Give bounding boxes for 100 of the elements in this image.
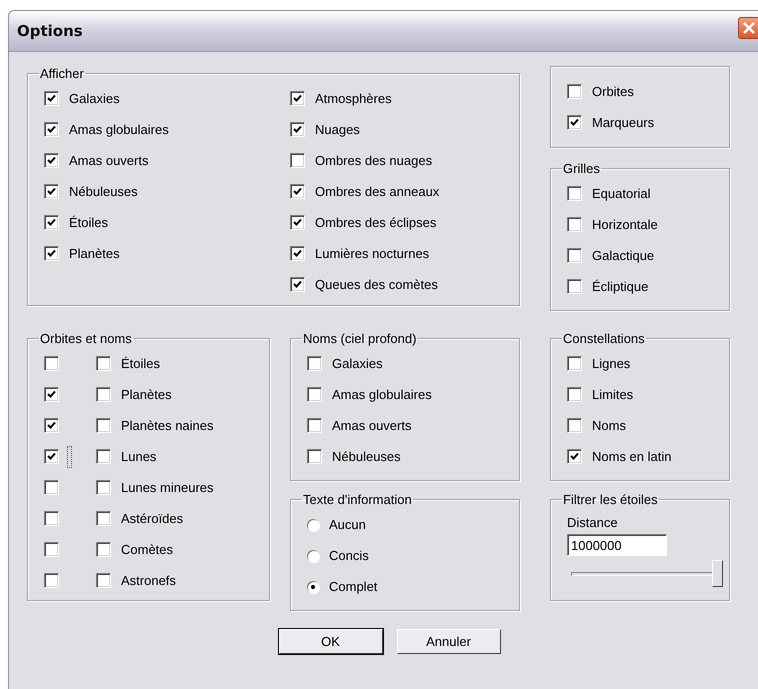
checkbox-label: Limites — [592, 387, 634, 402]
checkbox[interactable] — [307, 418, 322, 433]
checkbox[interactable] — [567, 418, 582, 433]
radio-label: Concis — [329, 548, 369, 563]
checkbox[interactable] — [290, 184, 305, 199]
checkbox[interactable] — [307, 387, 322, 402]
checkbox[interactable] — [307, 449, 322, 464]
check-icon — [47, 125, 56, 134]
checkbox-label: Ombres des éclipses — [315, 215, 436, 230]
radio-button[interactable] — [307, 550, 319, 562]
close-button[interactable] — [738, 17, 758, 39]
group-title: Orbites et noms — [39, 331, 133, 346]
check-icon — [293, 280, 302, 289]
checkbox[interactable] — [44, 480, 59, 495]
group-title: Constellations — [562, 331, 646, 346]
dialog-button[interactable]: Annuler — [396, 629, 500, 654]
radio-button[interactable] — [307, 518, 319, 530]
checkbox[interactable] — [44, 91, 59, 106]
group-title: Filtrer les étoiles — [562, 492, 659, 507]
checkbox[interactable] — [44, 215, 59, 230]
checkbox[interactable] — [307, 356, 322, 371]
slider-thumb[interactable] — [712, 560, 723, 587]
checkbox-label: Atmosphères — [315, 91, 392, 106]
check-icon — [293, 94, 302, 103]
checkbox[interactable] — [44, 449, 59, 464]
checkbox[interactable] — [44, 246, 59, 261]
checkbox[interactable] — [567, 449, 582, 464]
check-icon — [570, 452, 579, 461]
checkbox[interactable] — [96, 387, 111, 402]
dialog-button[interactable]: OK — [278, 629, 382, 654]
checkbox[interactable] — [96, 449, 111, 464]
check-icon — [293, 249, 302, 258]
radio-label: Complet — [329, 579, 378, 594]
checkbox[interactable] — [44, 418, 59, 433]
checkbox-label: Planètes — [69, 246, 120, 261]
checkbox-label: Amas ouverts — [332, 418, 412, 433]
group-title: Afficher — [39, 66, 85, 81]
checkbox-label: Lunes mineures — [121, 480, 214, 495]
checkbox-label: Horizontale — [592, 217, 658, 232]
checkbox[interactable] — [290, 215, 305, 230]
checkbox[interactable] — [44, 387, 59, 402]
checkbox[interactable] — [290, 91, 305, 106]
checkbox[interactable] — [567, 186, 582, 201]
checkbox[interactable] — [567, 115, 582, 130]
checkbox-label: Amas ouverts — [69, 153, 148, 168]
checkbox-label: Nuages — [315, 122, 360, 137]
check-icon — [47, 249, 56, 258]
checkbox[interactable] — [44, 542, 59, 557]
checkbox-label: Lignes — [592, 356, 630, 371]
close-icon — [742, 21, 756, 35]
checkbox[interactable] — [290, 153, 305, 168]
check-icon — [293, 125, 302, 134]
checkbox-label: Étoiles — [69, 215, 108, 230]
checkbox[interactable] — [567, 84, 582, 99]
checkbox-label: Astronefs — [121, 573, 176, 588]
checkbox[interactable] — [44, 122, 59, 137]
checkbox[interactable] — [96, 573, 111, 588]
checkbox-label: Étoiles — [121, 356, 160, 371]
checkbox-label: Galaxies — [69, 91, 120, 106]
check-icon — [47, 94, 56, 103]
checkbox[interactable] — [44, 153, 59, 168]
checkbox[interactable] — [290, 246, 305, 261]
radio-label: Aucun — [329, 517, 366, 532]
checkbox-label: Ombres des nuages — [315, 153, 432, 168]
window-title: Options — [17, 22, 83, 40]
checkbox-label: Planètes — [121, 387, 172, 402]
checkbox[interactable] — [44, 511, 59, 526]
checkbox[interactable] — [96, 480, 111, 495]
checkbox[interactable] — [567, 217, 582, 232]
checkbox[interactable] — [290, 277, 305, 292]
check-icon — [47, 156, 56, 165]
group-title: Noms (ciel profond) — [302, 331, 418, 346]
checkbox-label: Queues des comètes — [315, 277, 438, 292]
field-label: Distance — [567, 514, 619, 530]
checkbox[interactable] — [567, 248, 582, 263]
checkbox[interactable] — [567, 279, 582, 294]
check-icon — [293, 187, 302, 196]
checkbox[interactable] — [96, 511, 111, 526]
check-icon — [47, 187, 56, 196]
check-icon — [570, 118, 579, 127]
checkbox[interactable] — [96, 356, 111, 371]
checkbox[interactable] — [44, 356, 59, 371]
checkbox-label: Comètes — [121, 542, 174, 557]
checkbox[interactable] — [96, 542, 111, 557]
slider[interactable] — [571, 560, 723, 587]
checkbox-label: Orbites — [592, 84, 634, 99]
checkbox[interactable] — [44, 573, 59, 588]
checkbox-label: Noms en latin — [592, 449, 672, 464]
distance-field[interactable]: 1000000 — [567, 534, 667, 556]
checkbox[interactable] — [290, 122, 305, 137]
checkbox[interactable] — [567, 387, 582, 402]
checkbox-label: Galactique — [592, 248, 654, 263]
check-icon — [47, 421, 56, 430]
checkbox-label: Ombres des anneaux — [315, 184, 440, 199]
checkbox[interactable] — [96, 418, 111, 433]
group-title: Grilles — [562, 161, 601, 176]
radio-button[interactable] — [307, 580, 319, 592]
check-icon — [47, 218, 56, 227]
checkbox[interactable] — [567, 356, 582, 371]
checkbox[interactable] — [44, 184, 59, 199]
